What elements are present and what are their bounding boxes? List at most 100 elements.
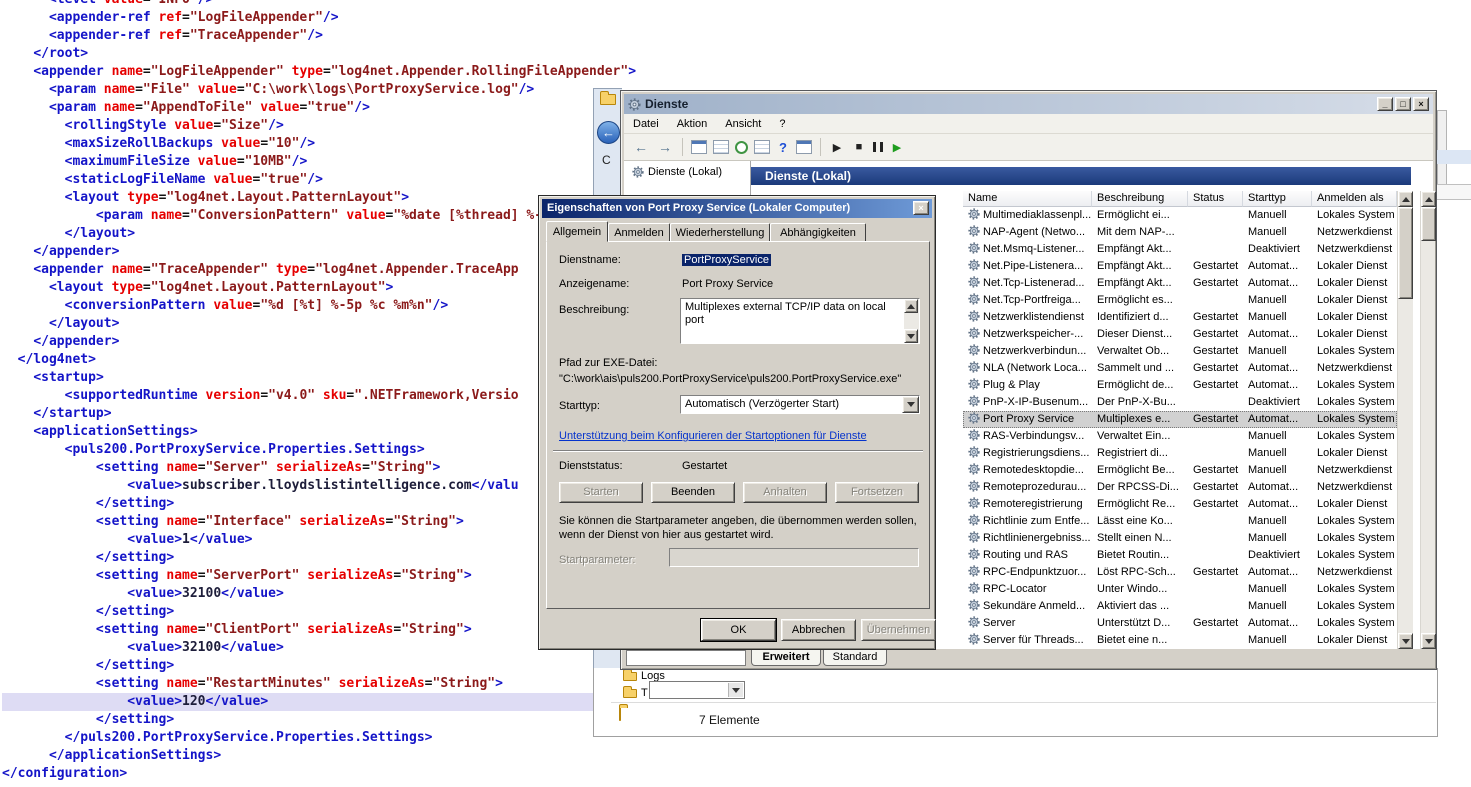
- divider: [611, 702, 1436, 703]
- anzeigename-value[interactable]: Port Proxy Service: [682, 278, 773, 290]
- menu-ansicht[interactable]: Ansicht: [716, 118, 770, 130]
- pane-header: Dienste (Lokal): [751, 167, 1411, 185]
- minimize-button[interactable]: _: [1377, 97, 1393, 111]
- close-button[interactable]: ×: [1413, 97, 1429, 111]
- tab-erweitert[interactable]: Erweitert: [751, 649, 821, 666]
- back-button[interactable]: ←: [597, 121, 620, 144]
- scrollbar-thumb[interactable]: [1421, 207, 1436, 241]
- service-row[interactable]: Remoteprozedurau...Der RPCSS-Di...Gestar…: [963, 479, 1397, 496]
- dialog-title-bar[interactable]: Eigenschaften von Port Proxy Service (Lo…: [542, 199, 932, 218]
- service-row[interactable]: NetzwerklistendienstIdentifiziert d...Ge…: [963, 309, 1397, 326]
- tab-wiederherstellung[interactable]: Wiederherstellung: [670, 223, 770, 242]
- service-row[interactable]: Sekundäre Anmeld...Aktiviert das ...Manu…: [963, 598, 1397, 615]
- scrollbar-thumb[interactable]: [1398, 207, 1413, 299]
- service-row[interactable]: RemoteregistrierungErmöglicht Re...Gesta…: [963, 496, 1397, 513]
- file-list-item[interactable]: T: [623, 687, 648, 699]
- restart-service-icon[interactable]: ▶: [889, 141, 905, 154]
- tab-allgemein[interactable]: Allgemein: [546, 221, 608, 242]
- textbox-scrollbar[interactable]: [904, 299, 919, 343]
- show-console-tree-icon[interactable]: [691, 140, 707, 154]
- service-gear-icon: [968, 242, 980, 258]
- stop-service-icon[interactable]: ■: [851, 141, 867, 153]
- beschreibung-label: Beschreibung:: [559, 304, 629, 316]
- service-row[interactable]: Netzwerkverbindun...Verwaltet Ob...Gesta…: [963, 343, 1397, 360]
- service-row[interactable]: Routing und RASBietet Routin...Deaktivie…: [963, 547, 1397, 564]
- menu-hilfe[interactable]: ?: [770, 118, 794, 130]
- service-row[interactable]: Net.Pipe-Listenera...Empfängt Akt...Gest…: [963, 258, 1397, 275]
- menu-aktion[interactable]: Aktion: [668, 118, 717, 130]
- back-arrow-icon[interactable]: ←: [632, 139, 650, 155]
- service-row[interactable]: Port Proxy ServiceMultiplexes e...Gestar…: [963, 411, 1397, 428]
- explorer-bottom-pane: Logs T 7 Elemente: [593, 668, 1438, 737]
- title-bar[interactable]: Dienste _ □ ×: [624, 94, 1433, 114]
- scroll-up-icon[interactable]: [1398, 191, 1413, 207]
- close-icon[interactable]: ×: [913, 201, 929, 215]
- explorer-dropdown[interactable]: [649, 681, 745, 699]
- code-line: <param name="File" value="C:\work\logs\P…: [2, 81, 595, 99]
- service-row[interactable]: ServerUnterstützt D...GestartetAutomat..…: [963, 615, 1397, 632]
- service-row[interactable]: Remotedesktopdie...Ermöglicht Be...Gesta…: [963, 462, 1397, 479]
- beschreibung-textbox[interactable]: Multiplexes external TCP/IP data on loca…: [680, 298, 920, 344]
- scroll-down-icon[interactable]: [904, 329, 918, 343]
- tab-standard[interactable]: Standard: [823, 649, 887, 666]
- pause-service-icon[interactable]: [873, 142, 883, 152]
- start-service-icon[interactable]: ▶: [829, 141, 845, 154]
- column-header-beschreibung[interactable]: Beschreibung: [1092, 191, 1188, 207]
- menu-datei[interactable]: Datei: [624, 118, 668, 130]
- column-header-starttyp[interactable]: Starttyp: [1243, 191, 1312, 207]
- starttyp-dropdown[interactable]: Automatisch (Verzögerter Start): [680, 395, 920, 414]
- code-area[interactable]: <level value="INFO"/> <appender-ref ref=…: [2, 0, 595, 783]
- service-row[interactable]: Server für Threads...Bietet eine n...Man…: [963, 632, 1397, 649]
- service-row[interactable]: NLA (Network Loca...Sammelt und ...Gesta…: [963, 360, 1397, 377]
- ok-button[interactable]: OK: [701, 619, 776, 641]
- uebernehmen-button: Übernehmen: [861, 619, 936, 641]
- service-row[interactable]: Plug & PlayErmöglicht de...GestartetAuto…: [963, 377, 1397, 394]
- service-row[interactable]: Net.Tcp-Listenerad...Empfängt Akt...Gest…: [963, 275, 1397, 292]
- code-line: <puls200.PortProxyService.Properties.Set…: [2, 441, 595, 459]
- menu-bar: Datei Aktion Ansicht ?: [624, 114, 1433, 134]
- forward-arrow-icon[interactable]: →: [656, 139, 674, 155]
- properties-icon[interactable]: [713, 140, 729, 154]
- filter-box[interactable]: [626, 650, 746, 666]
- service-row[interactable]: NAP-Agent (Netwo...Mit dem NAP-...Manuel…: [963, 224, 1397, 241]
- scroll-down-icon[interactable]: [1398, 633, 1413, 649]
- tab-anmelden[interactable]: Anmelden: [608, 223, 670, 242]
- view-scrollbar[interactable]: [1420, 191, 1435, 649]
- view-icon[interactable]: [796, 140, 812, 154]
- service-row[interactable]: Richtlinie zum Entfe...Lässt eine Ko...M…: [963, 513, 1397, 530]
- service-row[interactable]: Netzwerkspeicher-...Dieser Dienst...Gest…: [963, 326, 1397, 343]
- service-row[interactable]: Net.Tcp-Portfreiga...Ermöglicht es...Man…: [963, 292, 1397, 309]
- tab-abhaengigkeiten[interactable]: Abhängigkeiten: [770, 223, 866, 242]
- beenden-button[interactable]: Beenden: [651, 482, 735, 503]
- service-row[interactable]: Richtlinienergebniss...Stellt einen N...…: [963, 530, 1397, 547]
- export-list-icon[interactable]: [754, 140, 770, 154]
- scroll-up-icon[interactable]: [904, 299, 918, 313]
- service-gear-icon: [968, 633, 980, 649]
- service-gear-icon: [968, 395, 980, 411]
- service-row[interactable]: Multimediaklassenpl...Ermöglicht ei...Ma…: [963, 207, 1397, 224]
- column-header-name[interactable]: Name: [963, 191, 1092, 207]
- service-row[interactable]: RPC-Endpunktzuor...Löst RPC-Sch...Gestar…: [963, 564, 1397, 581]
- chevron-down-icon[interactable]: [902, 396, 919, 413]
- startoptionen-hilfe-link[interactable]: Unterstützung beim Konfigurieren der Sta…: [559, 430, 867, 442]
- scroll-down-icon[interactable]: [1421, 633, 1436, 649]
- scroll-up-icon[interactable]: [1421, 191, 1436, 207]
- maximize-button[interactable]: □: [1395, 97, 1411, 111]
- list-scrollbar[interactable]: [1397, 191, 1413, 649]
- tab-page-allgemein: Dienstname: PortProxyService Anzeigename…: [546, 241, 930, 609]
- service-row[interactable]: RAS-Verbindungsv...Verwaltet Ein...Manue…: [963, 428, 1397, 445]
- column-header-anmelden-als[interactable]: Anmelden als: [1312, 191, 1397, 207]
- help-icon[interactable]: ?: [776, 140, 790, 155]
- abbrechen-button[interactable]: Abbrechen: [781, 619, 856, 641]
- service-row[interactable]: Registrierungsdiens...Registriert di...M…: [963, 445, 1397, 462]
- tree-item-dienste-lokal[interactable]: Dienste (Lokal): [624, 161, 750, 178]
- service-gear-icon: [968, 361, 980, 377]
- service-row[interactable]: Net.Msmq-Listener...Empfängt Akt...Deakt…: [963, 241, 1397, 258]
- dienstname-value[interactable]: PortProxyService: [682, 254, 771, 266]
- column-header-status[interactable]: Status: [1188, 191, 1243, 207]
- service-row[interactable]: RPC-LocatorUnter Windo...ManuellLokales …: [963, 581, 1397, 598]
- chevron-down-icon[interactable]: [728, 683, 743, 697]
- service-row[interactable]: PnP-X-IP-Busenum...Der PnP-X-Bu...Deakti…: [963, 394, 1397, 411]
- code-line: </startup>: [2, 405, 595, 423]
- refresh-icon[interactable]: [735, 141, 748, 154]
